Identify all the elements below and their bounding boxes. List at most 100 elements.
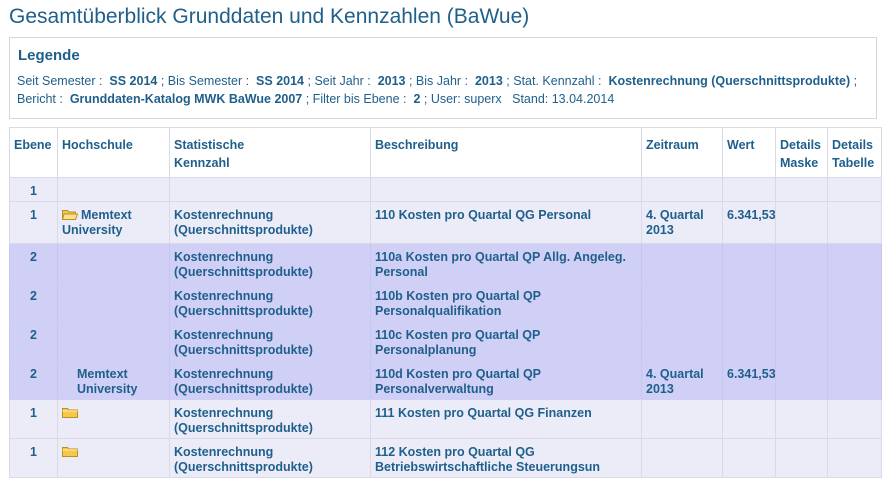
folder-open-icon[interactable] xyxy=(62,209,78,220)
hochschule-link[interactable]: Memtext University xyxy=(62,367,165,397)
cell-ebene: 2 xyxy=(9,360,58,400)
cell-wert: 6.341,53 xyxy=(722,360,776,400)
cell-beschreibung xyxy=(370,177,642,202)
cell-details-maske xyxy=(775,438,828,478)
cell-hochschule: Memtext University xyxy=(57,360,170,400)
cell-details-tabelle xyxy=(827,201,882,244)
cell-ebene: 1 xyxy=(9,438,58,478)
cell-wert xyxy=(722,177,776,202)
cell-wert: 6.341,53 xyxy=(722,201,776,244)
header-wert[interactable]: Wert xyxy=(722,127,776,178)
cell-details-tabelle xyxy=(827,177,882,202)
cell-ebene: 1 xyxy=(9,201,58,244)
cell-zeitraum xyxy=(641,282,723,322)
results-table: Ebene Hochschule Statistische Kennzahl Be… xyxy=(9,127,882,478)
legend-bis-semester: SS 2014 xyxy=(256,74,305,88)
legend-bis-jahr-label: ; Bis Jahr : xyxy=(408,74,469,88)
legend-seit-semester-label: Seit Semester : xyxy=(17,74,103,88)
folder-icon[interactable] xyxy=(62,446,78,457)
cell-kennzahl: Kostenrechnung (Querschnittsprodukte) xyxy=(169,201,371,244)
cell-zeitraum xyxy=(641,321,723,361)
legend-box: Legende Seit Semester : SS 2014 ; Bis Se… xyxy=(9,37,877,119)
cell-wert xyxy=(722,438,776,478)
cell-kennzahl: Kostenrechnung (Querschnittsprodukte) xyxy=(169,321,371,361)
legend-kennzahl: Kostenrechnung (Querschnittsprodukte) xyxy=(608,74,851,88)
cell-zeitraum xyxy=(641,243,723,283)
cell-kennzahl: Kostenrechnung (Querschnittsprodukte) xyxy=(169,243,371,283)
cell-hochschule: Memtext University xyxy=(57,201,170,244)
cell-details-tabelle xyxy=(827,282,882,322)
cell-zeitraum: 4. Quartal 2013 xyxy=(641,201,723,244)
legend-bis-jahr: 2013 xyxy=(474,74,503,88)
cell-kennzahl: Kostenrechnung (Querschnittsprodukte) xyxy=(169,360,371,400)
table-row: 1 Kostenrechnung (Querschnittsprodukte) … xyxy=(9,438,882,478)
table-row: 2 Kostenrechnung (Querschnittsprodukte) … xyxy=(9,282,882,322)
cell-details-maske xyxy=(775,321,828,361)
cell-kennzahl: Kostenrechnung (Querschnittsprodukte) xyxy=(169,399,371,439)
cell-details-tabelle xyxy=(827,360,882,400)
cell-ebene: 2 xyxy=(9,321,58,361)
cell-beschreibung[interactable]: 110d Kosten pro Quartal QP Personalverwa… xyxy=(370,360,642,400)
cell-wert xyxy=(722,282,776,322)
cell-kennzahl: Kostenrechnung (Querschnittsprodukte) xyxy=(169,282,371,322)
header-ebene[interactable]: Ebene xyxy=(9,127,58,178)
header-details-tabelle[interactable]: Details Tabelle xyxy=(827,127,882,178)
cell-details-tabelle xyxy=(827,399,882,439)
table-row: 1 Kostenrechnung (Querschnittsprodukte) … xyxy=(9,399,882,439)
cell-details-maske xyxy=(775,201,828,244)
cell-zeitraum xyxy=(641,438,723,478)
cell-ebene: 2 xyxy=(9,282,58,322)
cell-ebene: 1 xyxy=(9,399,58,439)
cell-details-maske xyxy=(775,177,828,202)
cell-wert xyxy=(722,321,776,361)
legend-seit-jahr: 2013 xyxy=(377,74,406,88)
legend-heading: Legende xyxy=(18,47,80,64)
legend-stand: Stand: 13.04.2014 xyxy=(512,92,615,106)
cell-kennzahl: Kostenrechnung (Querschnittsprodukte) xyxy=(169,438,371,478)
cell-hochschule xyxy=(57,321,170,361)
header-kennzahl[interactable]: Statistische Kennzahl xyxy=(169,127,371,178)
cell-beschreibung[interactable]: 110a Kosten pro Quartal QP Allg. Angeleg… xyxy=(370,243,642,283)
cell-details-maske xyxy=(775,243,828,283)
cell-beschreibung[interactable]: 111 Kosten pro Quartal QG Finanzen xyxy=(370,399,642,439)
cell-kennzahl xyxy=(169,177,371,202)
header-hochschule[interactable]: Hochschule xyxy=(57,127,170,178)
cell-zeitraum xyxy=(641,177,723,202)
cell-hochschule xyxy=(57,243,170,283)
cell-details-maske xyxy=(775,360,828,400)
table-row: 2 Memtext University Kostenrechnung (Que… xyxy=(9,360,882,400)
cell-details-maske xyxy=(775,399,828,439)
cell-details-tabelle xyxy=(827,243,882,283)
table-row: 1 xyxy=(9,177,882,202)
table-row: 1 Memtext University Kostenrechnung (Que… xyxy=(9,201,882,244)
cell-zeitraum: 4. Quartal 2013 xyxy=(641,360,723,400)
cell-wert xyxy=(722,399,776,439)
legend-kennzahl-label: ; Stat. Kennzahl : xyxy=(506,74,602,88)
cell-beschreibung[interactable]: 112 Kosten pro Quartal QG Betriebswirtsc… xyxy=(370,438,642,478)
cell-beschreibung[interactable]: 110c Kosten pro Quartal QP Personalplanu… xyxy=(370,321,642,361)
cell-details-tabelle xyxy=(827,321,882,361)
cell-wert xyxy=(722,243,776,283)
cell-details-maske xyxy=(775,282,828,322)
cell-beschreibung[interactable]: 110 Kosten pro Quartal QG Personal xyxy=(370,201,642,244)
table-header-row: Ebene Hochschule Statistische Kennzahl Be… xyxy=(9,127,882,178)
legend-text: Seit Semester : SS 2014 ; Bis Semester :… xyxy=(17,72,867,108)
header-beschreibung[interactable]: Beschreibung xyxy=(370,127,642,178)
table-row: 2 Kostenrechnung (Querschnittsprodukte) … xyxy=(9,243,882,283)
header-details-maske[interactable]: Details Maske xyxy=(775,127,828,178)
cell-hochschule xyxy=(57,399,170,439)
header-zeitraum[interactable]: Zeitraum xyxy=(641,127,723,178)
legend-seit-jahr-label: ; Seit Jahr : xyxy=(307,74,371,88)
cell-hochschule xyxy=(57,177,170,202)
cell-ebene: 2 xyxy=(9,243,58,283)
legend-ebene-label: ; Filter bis Ebene : xyxy=(305,92,407,106)
cell-beschreibung[interactable]: 110b Kosten pro Quartal QP Personalquali… xyxy=(370,282,642,322)
cell-hochschule xyxy=(57,438,170,478)
legend-user: ; User: superx xyxy=(423,92,502,106)
legend-bis-semester-label: ; Bis Semester : xyxy=(160,74,250,88)
folder-icon[interactable] xyxy=(62,407,78,418)
cell-hochschule xyxy=(57,282,170,322)
table-row: 2 Kostenrechnung (Querschnittsprodukte) … xyxy=(9,321,882,361)
legend-seit-semester: SS 2014 xyxy=(109,74,158,88)
cell-details-tabelle xyxy=(827,438,882,478)
